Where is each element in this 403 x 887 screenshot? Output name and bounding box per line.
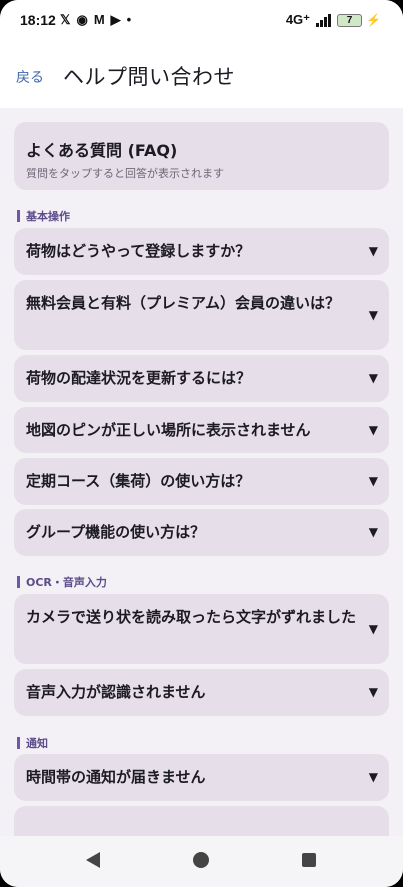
faq-item[interactable]: 音声入力が認識されません ▼	[14, 669, 389, 716]
youtube-icon: ▶	[110, 12, 121, 27]
faq-question: 音声入力が認識されません	[26, 683, 206, 701]
faq-item[interactable]: 時間帯の通知が届きません ▼	[14, 754, 389, 801]
threads-icon: ◉	[76, 12, 88, 27]
faq-question: 荷物はどうやって登録しますか？	[26, 242, 251, 260]
faq-item[interactable]: 無料会員と有料（プレミアム）会員の違いは？ ▼	[14, 280, 389, 350]
expand-arrow-icon: ▼	[368, 474, 378, 488]
faq-item[interactable]: 荷物の配達状況を更新するには？ ▼	[14, 355, 389, 402]
faq-question: グループ機能の使い方は？	[26, 523, 206, 541]
page-title: ヘルプ問い合わせ	[63, 65, 235, 89]
faq-subtitle: 質問をタップすると回答が表示されます	[26, 167, 224, 180]
section-header-notifications: 通知	[17, 735, 48, 751]
faq-item[interactable]: グループ機能の使い方は？ ▼	[14, 509, 389, 556]
faq-question: 無料会員と有料（プレミアム）会員の違いは？	[26, 294, 340, 312]
status-time: 18:12	[20, 12, 56, 28]
section-marker	[17, 737, 20, 749]
battery-icon: 7	[337, 13, 363, 27]
app-bar: 戻る ヘルプ問い合わせ	[0, 42, 403, 108]
faq-question: 時間帯の通知が届きません	[26, 768, 206, 786]
nav-back-icon[interactable]	[86, 852, 100, 868]
expand-arrow-icon: ▼	[368, 423, 378, 437]
phone-screen: 18:12 𝕏 ◉ M ▶ • 4G⁺ 7 ⚡ 戻る ヘルプ問い合わせ よくある…	[0, 0, 403, 887]
faq-question: カメラで送り状を読み取ったら文字がずれました	[26, 608, 357, 626]
section-title: 基本操作	[26, 210, 70, 223]
faq-title: よくある質問 (FAQ)	[26, 141, 178, 160]
system-nav-bar	[0, 836, 403, 887]
expand-arrow-icon: ▼	[368, 770, 378, 784]
section-header-ocr: OCR・音声入力	[17, 574, 107, 590]
system-icons: 4G⁺ 7 ⚡	[286, 12, 381, 28]
gmail-icon: M	[93, 12, 105, 27]
status-bar: 18:12 𝕏 ◉ M ▶ • 4G⁺ 7 ⚡	[0, 0, 403, 42]
expand-arrow-icon: ▼	[368, 244, 378, 258]
faq-list[interactable]: よくある質問 (FAQ) 質問をタップすると回答が表示されます 基本操作 荷物は…	[0, 108, 403, 836]
dot-icon: •	[126, 12, 132, 27]
x-icon: 𝕏	[60, 12, 71, 27]
signal-icon	[316, 13, 332, 27]
back-button[interactable]: 戻る	[16, 67, 44, 87]
section-marker	[17, 210, 20, 222]
expand-arrow-icon: ▼	[368, 622, 378, 636]
section-marker	[17, 576, 20, 588]
expand-arrow-icon: ▼	[368, 371, 378, 385]
expand-arrow-icon: ▼	[368, 308, 378, 322]
expand-arrow-icon: ▼	[368, 525, 378, 539]
nav-home-icon[interactable]	[193, 852, 209, 868]
nav-recents-icon[interactable]	[302, 853, 316, 867]
faq-item[interactable]: カメラで送り状を読み取ったら文字がずれました ▼	[14, 594, 389, 664]
faq-question: 荷物の配達状況を更新するには？	[26, 369, 252, 387]
faq-item[interactable]: 荷物はどうやって登録しますか？ ▼	[14, 228, 389, 275]
faq-question: 地図のピンが正しい場所に表示されません	[26, 421, 311, 439]
faq-item-partial[interactable]	[14, 806, 389, 836]
charging-icon: ⚡	[366, 13, 381, 27]
expand-arrow-icon: ▼	[368, 685, 378, 699]
notification-icons: 𝕏 ◉ M ▶ •	[60, 12, 131, 28]
section-title: OCR・音声入力	[26, 576, 107, 589]
section-title: 通知	[26, 737, 48, 750]
section-header-basic: 基本操作	[17, 208, 70, 224]
faq-item[interactable]: 地図のピンが正しい場所に表示されません ▼	[14, 407, 389, 453]
network-type: 4G⁺	[285, 12, 311, 27]
faq-question: 定期コース（集荷）の使い方は？	[26, 472, 251, 490]
faq-item[interactable]: 定期コース（集荷）の使い方は？ ▼	[14, 458, 389, 505]
faq-header-card: よくある質問 (FAQ) 質問をタップすると回答が表示されます	[14, 122, 389, 190]
